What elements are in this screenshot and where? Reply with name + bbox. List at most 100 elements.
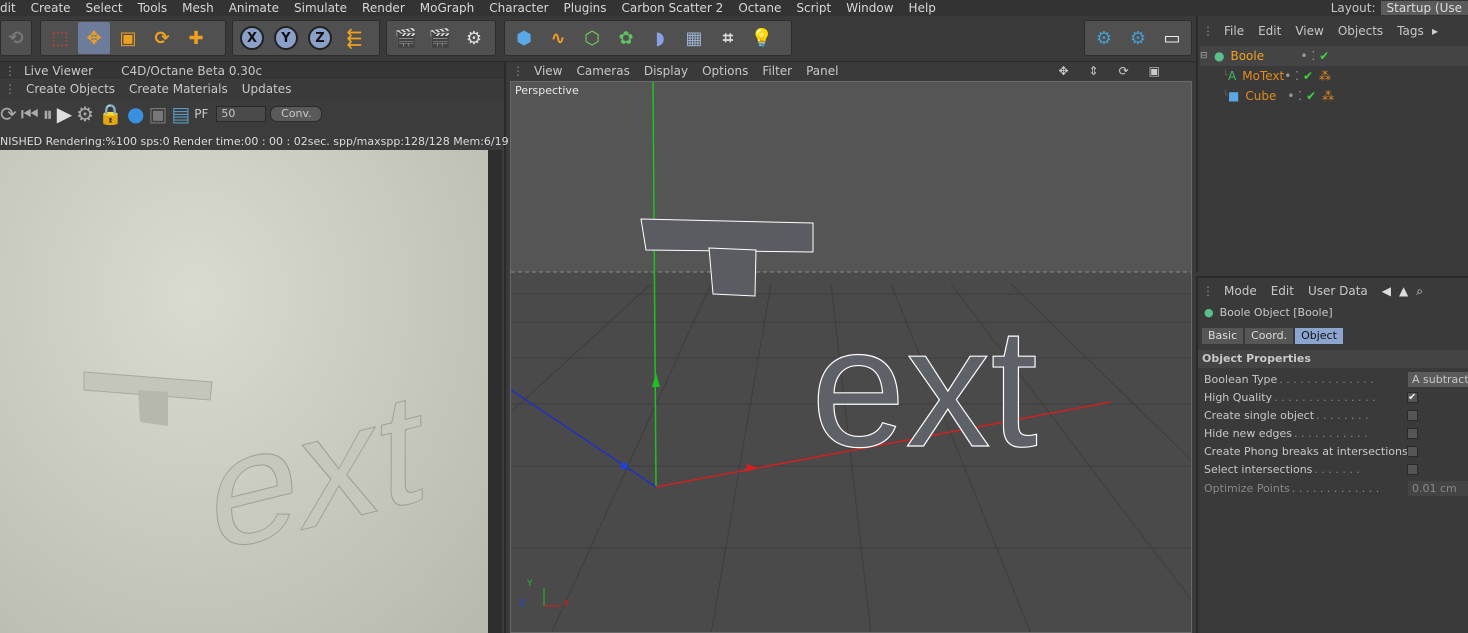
visibility-dots-icon[interactable]: • ⁚ — [1300, 49, 1315, 63]
sphere-icon[interactable]: ● — [127, 102, 144, 126]
create-single-checkbox[interactable] — [1407, 409, 1418, 421]
menu-animate[interactable]: Animate — [229, 1, 279, 15]
skip-back-icon[interactable]: ⏮ — [21, 102, 39, 126]
enabled-check-icon[interactable]: ✔ — [1303, 69, 1313, 83]
select-tool-icon[interactable]: ⬚ — [44, 22, 76, 54]
menu-character[interactable]: Character — [489, 1, 548, 15]
save-icon[interactable]: ▣ — [148, 102, 167, 126]
tag-icon[interactable]: ⁂ — [1322, 89, 1334, 103]
render-picture-viewer-icon[interactable]: 🎬 — [424, 22, 456, 54]
camera-icon[interactable]: ⌗ — [712, 22, 744, 54]
am-mode-menu[interactable]: Mode — [1224, 284, 1257, 298]
menu-edit[interactable]: dit — [0, 1, 16, 15]
octane-render-icon[interactable]: ⚙ — [1088, 22, 1120, 54]
object-name-motext[interactable]: MoText — [1242, 69, 1284, 83]
undo-icon[interactable]: ⟲ — [4, 22, 28, 54]
viewport-filter-menu[interactable]: Filter — [762, 64, 792, 78]
select-intersections-checkbox[interactable] — [1407, 463, 1418, 475]
am-edit-menu[interactable]: Edit — [1271, 284, 1294, 298]
visibility-dots-icon[interactable]: • ⁚ — [1287, 89, 1302, 103]
visibility-dots-icon[interactable]: • ⁚ — [1284, 69, 1299, 83]
menu-create[interactable]: Create — [31, 1, 71, 15]
rotate-tool-icon[interactable]: ⟳ — [146, 22, 178, 54]
om-file-menu[interactable]: File — [1224, 24, 1244, 38]
create-objects-menu[interactable]: Create Objects — [26, 82, 115, 96]
spp-field[interactable]: 50 — [216, 106, 267, 122]
collapse-toggle-icon[interactable]: ⊟ — [1200, 51, 1214, 61]
viewport-display-menu[interactable]: Display — [644, 64, 688, 78]
object-name-boole[interactable]: Boole — [1230, 49, 1300, 63]
cube-icon[interactable]: ⬢ — [508, 22, 540, 54]
play-icon[interactable]: ▶ — [57, 102, 72, 126]
panel-icon[interactable]: ▭ — [1156, 22, 1188, 54]
tag-icon[interactable]: ⁂ — [1319, 69, 1331, 83]
menu-select[interactable]: Select — [86, 1, 123, 15]
scale-tool-icon[interactable]: ▣ — [112, 22, 144, 54]
phong-breaks-checkbox[interactable] — [1407, 445, 1418, 457]
object-row-motext[interactable]: └ A MoText • ⁚ ✔ ⁂ — [1200, 66, 1468, 86]
viewport-cameras-menu[interactable]: Cameras — [576, 64, 629, 78]
menu-help[interactable]: Help — [909, 1, 936, 15]
menu-mograph[interactable]: MoGraph — [420, 1, 475, 15]
am-userdata-menu[interactable]: User Data — [1308, 284, 1368, 298]
menu-window[interactable]: Window — [846, 1, 893, 15]
x-axis-lock[interactable]: X — [236, 22, 268, 54]
zoom-view-icon[interactable]: ⇕ — [1089, 64, 1099, 78]
tab-basic[interactable]: Basic — [1202, 328, 1244, 344]
mograph-icon[interactable]: ✿ — [610, 22, 642, 54]
optimize-points-field[interactable]: 0.01 cm — [1408, 480, 1468, 496]
reload-icon[interactable]: ⟳ — [0, 102, 17, 126]
maximize-view-icon[interactable]: ▣ — [1149, 64, 1160, 78]
live-viewer-tab[interactable]: Live Viewer — [24, 64, 93, 78]
create-materials-menu[interactable]: Create Materials — [129, 82, 228, 96]
om-tags-menu[interactable]: Tags — [1397, 24, 1424, 38]
menu-render[interactable]: Render — [362, 1, 405, 15]
high-quality-checkbox[interactable]: ✔ — [1407, 391, 1418, 403]
rotate-view-icon[interactable]: ⟳ — [1119, 64, 1129, 78]
floor-icon[interactable]: ▦ — [678, 22, 710, 54]
spline-icon[interactable]: ∿ — [542, 22, 574, 54]
object-name-cube[interactable]: Cube — [1245, 89, 1287, 103]
updates-menu[interactable]: Updates — [242, 82, 292, 96]
menu-simulate[interactable]: Simulate — [294, 1, 347, 15]
pause-icon[interactable]: ⏸ — [43, 102, 53, 126]
tab-object[interactable]: Object — [1295, 328, 1343, 344]
menu-mesh[interactable]: Mesh — [182, 1, 214, 15]
enabled-check-icon[interactable]: ✔ — [1306, 89, 1316, 103]
settings-gear-icon[interactable]: ⚙ — [76, 102, 94, 126]
back-arrow-icon[interactable]: ◀ — [1382, 284, 1391, 298]
save-image-icon[interactable]: ▤ — [171, 102, 190, 126]
om-view-menu[interactable]: View — [1295, 24, 1323, 38]
y-axis-lock[interactable]: Y — [270, 22, 302, 54]
deformer-icon[interactable]: ◗ — [644, 22, 676, 54]
viewport-options-menu[interactable]: Options — [702, 64, 748, 78]
om-edit-menu[interactable]: Edit — [1258, 24, 1281, 38]
boolean-type-dropdown[interactable]: A subtract B — [1408, 371, 1468, 387]
viewport-canvas[interactable]: ext Y X Z Perspective — [510, 81, 1192, 633]
enabled-check-icon[interactable]: ✔ — [1319, 49, 1329, 63]
object-row-cube[interactable]: └ ■ Cube • ⁚ ✔ ⁂ — [1200, 86, 1468, 106]
z-axis-lock[interactable]: Z — [304, 22, 336, 54]
lock-icon[interactable]: 🔒 — [98, 102, 123, 126]
tab-coord[interactable]: Coord. — [1245, 328, 1294, 344]
menu-tools[interactable]: Tools — [138, 1, 168, 15]
object-row-boole[interactable]: ⊟ ● Boole • ⁚ ✔ — [1200, 46, 1468, 66]
viewport-panel-menu[interactable]: Panel — [806, 64, 838, 78]
render-view-icon[interactable]: 🎬 — [390, 22, 422, 54]
conv-button[interactable]: Conv. — [270, 106, 323, 122]
viewport-view-menu[interactable]: View — [534, 64, 562, 78]
subdivision-icon[interactable]: ⬡ — [576, 22, 608, 54]
render-settings-icon[interactable]: ⚙ — [458, 22, 490, 54]
menu-script[interactable]: Script — [796, 1, 831, 15]
live-selection-icon[interactable]: ✚ — [180, 22, 212, 54]
layout-dropdown[interactable]: Startup (Use — [1380, 1, 1468, 15]
menu-plugins[interactable]: Plugins — [564, 1, 607, 15]
light-icon[interactable]: 💡 — [746, 22, 778, 54]
coordinate-system-icon[interactable]: ⬱ — [338, 22, 370, 54]
hide-edges-checkbox[interactable] — [1407, 427, 1418, 439]
move-view-icon[interactable]: ✥ — [1058, 64, 1068, 78]
om-expand-icon[interactable]: ▸ — [1432, 24, 1438, 38]
move-tool-icon[interactable]: ✥ — [78, 22, 110, 54]
pick-focus-icon[interactable]: PF — [194, 107, 208, 121]
octane-settings-icon[interactable]: ⚙ — [1122, 22, 1154, 54]
